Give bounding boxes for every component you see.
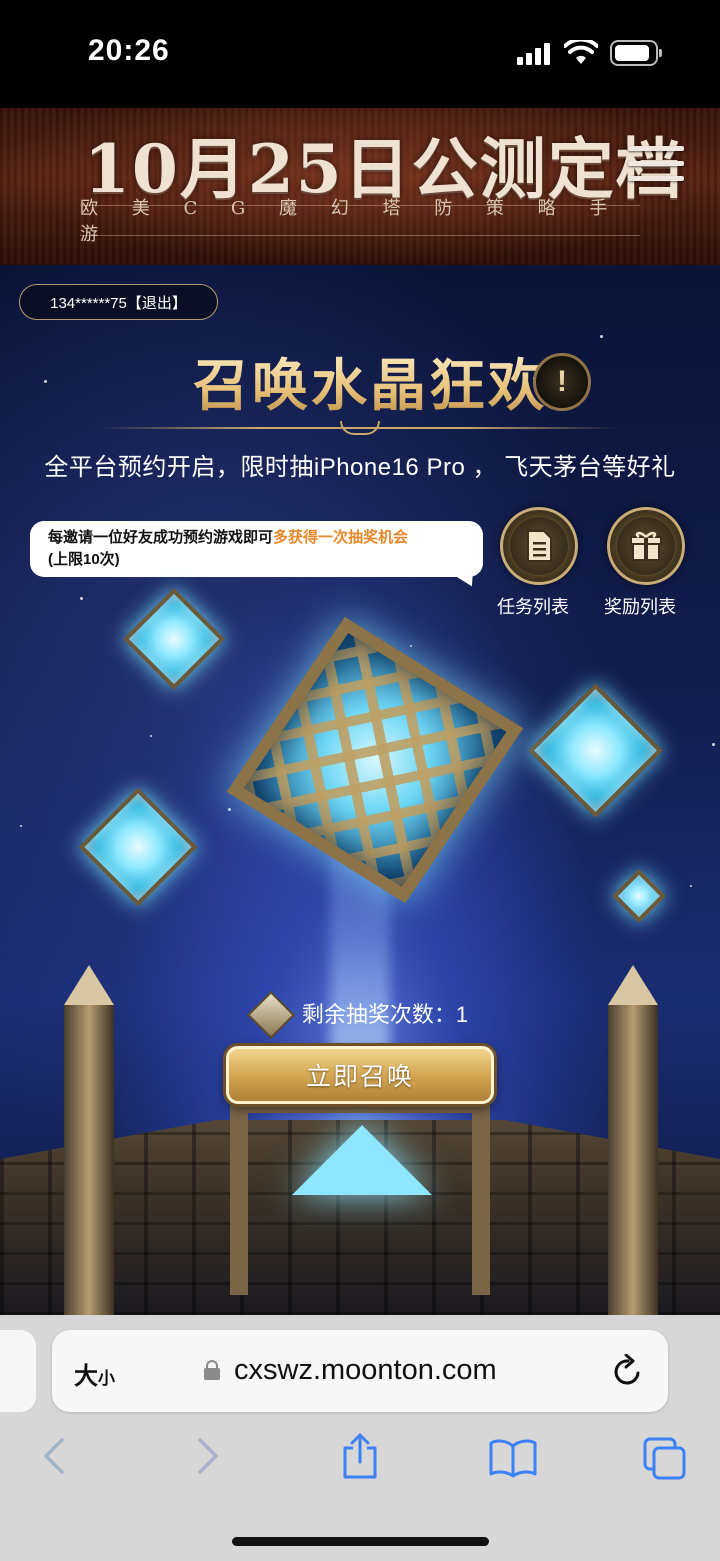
prize-cube-iphone bbox=[78, 787, 198, 907]
prize-cube-switch bbox=[123, 588, 225, 690]
info-icon[interactable]: ! bbox=[533, 353, 591, 411]
left-tower bbox=[64, 1005, 114, 1315]
remaining-draws: 剩余抽奖次数：1 bbox=[0, 997, 720, 1029]
invite-text-highlight: 多获得一次抽奖机会 bbox=[273, 529, 409, 546]
screen: 20:26 10月25日公测定档 欧 美 C G 魔 幻 塔 防 策 略 手 游 bbox=[0, 0, 720, 1561]
right-tower bbox=[608, 1005, 658, 1315]
address-bar[interactable]: 大小 cxswz.moonton.com bbox=[52, 1330, 668, 1412]
prize-cube-moutai bbox=[528, 683, 663, 818]
lock-icon bbox=[204, 1360, 220, 1380]
text-size-button[interactable]: 大小 bbox=[74, 1356, 115, 1391]
reward-list-button[interactable] bbox=[607, 507, 685, 585]
hamburger-menu-icon[interactable] bbox=[628, 143, 684, 185]
reward-list-label[interactable]: 奖励列表 bbox=[580, 593, 700, 619]
account-logout-pill[interactable]: 134******75【退出】 bbox=[19, 284, 218, 320]
bookmarks-icon[interactable] bbox=[488, 1438, 538, 1478]
remaining-draws-label: 剩余抽奖次数： bbox=[301, 1002, 456, 1027]
task-list-button[interactable] bbox=[500, 507, 578, 585]
tabs-icon[interactable] bbox=[642, 1436, 688, 1480]
banner-divider-bottom bbox=[80, 235, 640, 236]
invite-text-prefix: 每邀请一位好友成功预约游戏即可 bbox=[48, 529, 274, 546]
document-icon bbox=[510, 517, 568, 575]
wifi-icon bbox=[564, 40, 598, 64]
invite-tip-bubble: 每邀请一位好友成功预约游戏即可多获得一次抽奖机会 (上限10次) bbox=[30, 521, 483, 577]
text-size-small: 小 bbox=[98, 1369, 115, 1388]
prize-cube-small bbox=[612, 869, 666, 923]
forward-icon[interactable] bbox=[196, 1436, 222, 1476]
status-bar: 20:26 bbox=[0, 0, 720, 108]
banner-subtitle: 欧 美 C G 魔 幻 塔 防 策 略 手 游 bbox=[80, 198, 622, 245]
previous-tab-peek[interactable] bbox=[0, 1330, 36, 1412]
title-divider-ornament bbox=[340, 421, 380, 435]
back-icon[interactable] bbox=[40, 1436, 66, 1476]
event-main: 134******75【退出】 召唤水晶狂欢 ! 全平台预约开启，限时抽iPho… bbox=[0, 265, 720, 1315]
invite-text-limit: (上限10次) bbox=[48, 551, 120, 568]
signal-icon bbox=[517, 43, 553, 65]
status-time: 20:26 bbox=[88, 34, 170, 67]
remaining-draws-count: 1 bbox=[455, 1002, 469, 1027]
event-subtitle: 全平台预约开启，限时抽iPhone16 Pro ， 飞天茅台等好礼 bbox=[44, 454, 676, 481]
share-icon[interactable] bbox=[340, 1432, 380, 1480]
url-text[interactable]: cxswz.moonton.com bbox=[234, 1354, 497, 1387]
gift-icon bbox=[617, 517, 675, 575]
event-title: 召唤水晶狂欢 bbox=[193, 341, 547, 422]
task-list-label[interactable]: 任务列表 bbox=[473, 593, 593, 619]
summon-now-button[interactable]: 立即召唤 bbox=[226, 1046, 494, 1104]
home-indicator[interactable] bbox=[232, 1537, 489, 1546]
battery-icon bbox=[610, 40, 662, 66]
text-size-big: 大 bbox=[74, 1363, 98, 1390]
reload-icon[interactable] bbox=[612, 1354, 644, 1388]
crystal-pyramid bbox=[292, 1125, 432, 1195]
summon-crystal-cube bbox=[226, 616, 524, 915]
top-banner: 10月25日公测定档 欧 美 C G 魔 幻 塔 防 策 略 手 游 bbox=[0, 108, 720, 265]
